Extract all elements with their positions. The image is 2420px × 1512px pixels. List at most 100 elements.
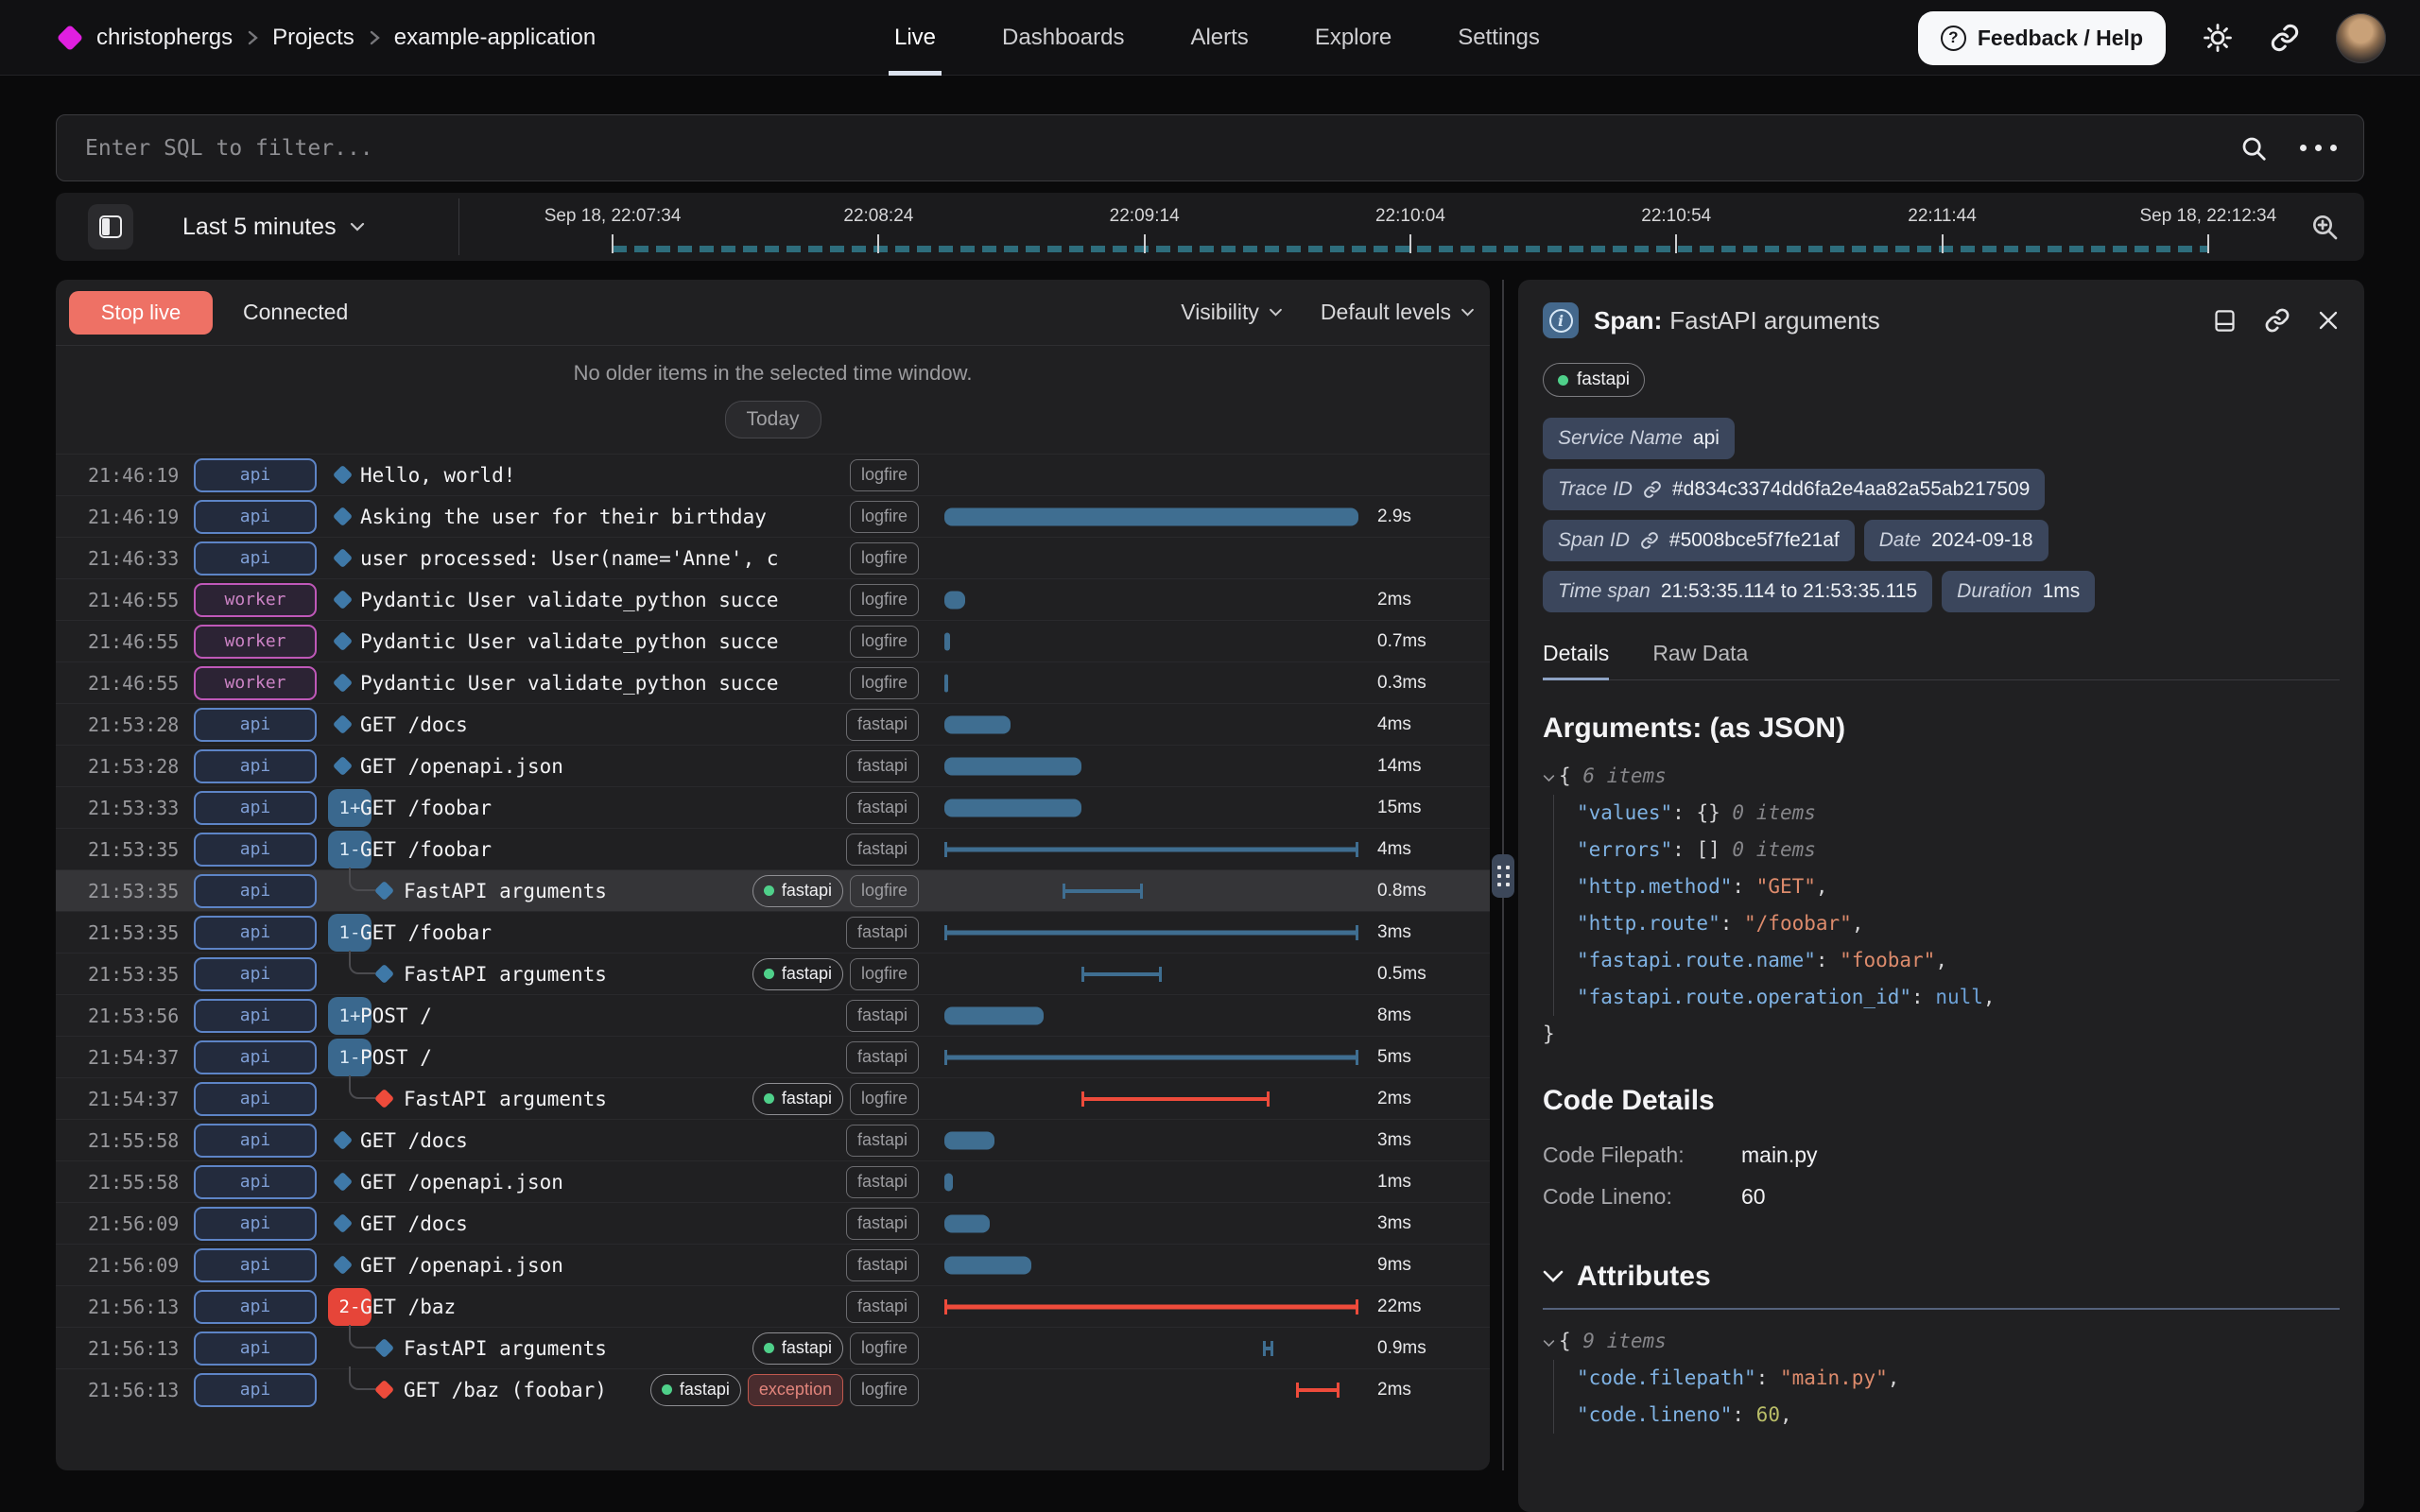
logfire-tag[interactable]: logfire bbox=[850, 626, 919, 658]
trace-row[interactable]: 21:55:58apiGET /openapi.jsonfastapi1ms bbox=[56, 1160, 1490, 1202]
service-pill-api[interactable]: api bbox=[194, 1165, 317, 1199]
trace-row[interactable]: 21:53:33api1+GET /foobarfastapi15ms bbox=[56, 786, 1490, 828]
fastapi-tag[interactable]: fastapi bbox=[846, 1208, 919, 1240]
service-pill-api[interactable]: api bbox=[194, 749, 317, 783]
logfire-tag[interactable]: logfire bbox=[850, 1083, 919, 1115]
trace-row[interactable]: 21:56:13apiFastAPI argumentsfastapilogfi… bbox=[56, 1327, 1490, 1368]
trace-row[interactable]: 21:54:37apiFastAPI argumentsfastapilogfi… bbox=[56, 1077, 1490, 1119]
service-pill-api[interactable]: api bbox=[194, 1040, 317, 1074]
trace-row[interactable]: 21:53:28apiGET /docsfastapi4ms bbox=[56, 703, 1490, 745]
service-pill-api[interactable]: api bbox=[194, 1332, 317, 1366]
fastapi-tag[interactable]: fastapi bbox=[752, 875, 843, 907]
fastapi-tag[interactable]: fastapi bbox=[846, 833, 919, 866]
fastapi-tag[interactable]: fastapi bbox=[846, 1000, 919, 1032]
search-icon[interactable] bbox=[2239, 134, 2268, 163]
default-levels-dropdown[interactable]: Default levels bbox=[1321, 300, 1475, 325]
fastapi-tag[interactable]: fastapi bbox=[846, 1291, 919, 1323]
trace-row[interactable]: 21:56:13api2-GET /bazfastapi22ms bbox=[56, 1285, 1490, 1327]
service-pill-api[interactable]: api bbox=[194, 791, 317, 825]
service-pill-api[interactable]: api bbox=[194, 1207, 317, 1241]
service-pill-api[interactable]: api bbox=[194, 458, 317, 492]
feedback-help-button[interactable]: Feedback / Help bbox=[1918, 11, 2166, 65]
service-pill-worker[interactable]: worker bbox=[194, 625, 317, 659]
panel-divider[interactable] bbox=[1502, 280, 1504, 1470]
ellipsis-icon[interactable] bbox=[2300, 145, 2337, 151]
trace-row[interactable]: 21:53:35apiFastAPI argumentsfastapilogfi… bbox=[56, 953, 1490, 994]
tab-dashboards[interactable]: Dashboards bbox=[1002, 0, 1124, 76]
logfire-logo-icon[interactable] bbox=[57, 25, 83, 51]
exception-tag[interactable]: exception bbox=[748, 1374, 843, 1406]
logfire-tag[interactable]: logfire bbox=[850, 875, 919, 907]
visibility-dropdown[interactable]: Visibility bbox=[1181, 300, 1283, 325]
fastapi-tag[interactable]: fastapi bbox=[752, 1083, 843, 1115]
service-pill-api[interactable]: api bbox=[194, 1373, 317, 1407]
service-pill-api[interactable]: api bbox=[194, 1082, 317, 1116]
theme-toggle-icon[interactable] bbox=[2202, 22, 2234, 54]
sql-filter-input[interactable]: Enter SQL to filter... bbox=[85, 136, 373, 161]
logfire-tag[interactable]: logfire bbox=[850, 1374, 919, 1406]
trace-row[interactable]: 21:53:35api1-GET /foobarfastapi4ms bbox=[56, 828, 1490, 869]
service-pill-api[interactable]: api bbox=[194, 1124, 317, 1158]
service-pill-worker[interactable]: worker bbox=[194, 583, 317, 617]
sql-filter-bar[interactable]: Enter SQL to filter... bbox=[56, 114, 2364, 181]
tab-settings[interactable]: Settings bbox=[1458, 0, 1540, 76]
service-pill-api[interactable]: api bbox=[194, 541, 317, 576]
logfire-tag[interactable]: logfire bbox=[850, 958, 919, 990]
fastapi-tag[interactable]: fastapi bbox=[650, 1374, 741, 1406]
service-pill-api[interactable]: api bbox=[194, 500, 317, 534]
sidebar-toggle-button[interactable] bbox=[88, 204, 133, 249]
logfire-tag[interactable]: logfire bbox=[850, 542, 919, 575]
logfire-tag[interactable]: logfire bbox=[850, 459, 919, 491]
avatar[interactable] bbox=[2336, 13, 2386, 63]
trace-id-chip[interactable]: Trace ID #d834c3374dd6fa2e4aa82a55ab2175… bbox=[1543, 469, 2045, 510]
service-pill-api[interactable]: api bbox=[194, 999, 317, 1033]
fastapi-tag[interactable]: fastapi bbox=[846, 750, 919, 782]
service-pill-api[interactable]: api bbox=[194, 957, 317, 991]
service-pill-worker[interactable]: worker bbox=[194, 666, 317, 700]
trace-row[interactable]: 21:53:28apiGET /openapi.jsonfastapi14ms bbox=[56, 745, 1490, 786]
service-pill-api[interactable]: api bbox=[194, 916, 317, 950]
time-range-select[interactable]: Last 5 minutes bbox=[182, 193, 365, 261]
attributes-section-toggle[interactable]: Attributes bbox=[1543, 1261, 2340, 1293]
logfire-tag[interactable]: logfire bbox=[850, 1332, 919, 1365]
trace-row[interactable]: 21:56:09apiGET /docsfastapi3ms bbox=[56, 1202, 1490, 1244]
trace-row[interactable]: 21:46:33apiuser processed: User(name='An… bbox=[56, 537, 1490, 578]
json-open-line[interactable]: { 6 items bbox=[1543, 758, 2340, 795]
stop-live-button[interactable]: Stop live bbox=[69, 291, 213, 335]
close-icon[interactable] bbox=[2317, 309, 2340, 332]
service-pill-api[interactable]: api bbox=[194, 1290, 317, 1324]
json-open-line[interactable]: { 9 items bbox=[1543, 1323, 2340, 1360]
service-pill-api[interactable]: api bbox=[194, 833, 317, 867]
fastapi-tag[interactable]: fastapi bbox=[846, 1249, 919, 1281]
trace-row[interactable]: 21:56:09apiGET /openapi.jsonfastapi9ms bbox=[56, 1244, 1490, 1285]
zoom-in-icon[interactable] bbox=[2309, 212, 2340, 242]
fastapi-tag[interactable]: fastapi bbox=[846, 1041, 919, 1074]
fastapi-tag[interactable]: fastapi bbox=[846, 792, 919, 824]
fastapi-tag[interactable]: fastapi bbox=[846, 709, 919, 741]
trace-row[interactable]: 21:54:37api1-POST /fastapi5ms bbox=[56, 1036, 1490, 1077]
trace-row[interactable]: 21:53:35api1-GET /foobarfastapi3ms bbox=[56, 911, 1490, 953]
fastapi-tag[interactable]: fastapi bbox=[752, 1332, 843, 1365]
tab-live[interactable]: Live bbox=[894, 0, 936, 76]
fastapi-tag[interactable]: fastapi bbox=[1543, 363, 1645, 397]
dock-panel-icon[interactable] bbox=[2212, 308, 2238, 334]
drag-handle-icon[interactable] bbox=[1492, 854, 1514, 898]
service-pill-api[interactable]: api bbox=[194, 708, 317, 742]
share-link-icon[interactable] bbox=[2270, 23, 2300, 53]
logfire-tag[interactable]: logfire bbox=[850, 584, 919, 616]
timeline-ticks[interactable]: Sep 18, 22:07:3422:08:2422:09:1422:10:04… bbox=[500, 193, 2287, 261]
service-pill-api[interactable]: api bbox=[194, 874, 317, 908]
tab-explore[interactable]: Explore bbox=[1315, 0, 1392, 76]
copy-link-icon[interactable] bbox=[2264, 307, 2290, 334]
tab-raw-data[interactable]: Raw Data bbox=[1652, 641, 1748, 679]
trace-row[interactable]: 21:46:19apiHello, world!logfire bbox=[56, 454, 1490, 495]
trace-row[interactable]: 21:55:58apiGET /docsfastapi3ms bbox=[56, 1119, 1490, 1160]
fastapi-tag[interactable]: fastapi bbox=[846, 1125, 919, 1157]
service-name-chip[interactable]: Service Nameapi bbox=[1543, 418, 1735, 459]
trace-row[interactable]: 21:53:56api1+POST /fastapi8ms bbox=[56, 994, 1490, 1036]
logfire-tag[interactable]: logfire bbox=[850, 501, 919, 533]
trace-row[interactable]: 21:46:55workerPydantic User validate_pyt… bbox=[56, 578, 1490, 620]
logfire-tag[interactable]: logfire bbox=[850, 667, 919, 699]
service-pill-api[interactable]: api bbox=[194, 1248, 317, 1282]
span-id-chip[interactable]: Span ID #5008bce5f7fe21af bbox=[1543, 520, 1855, 561]
